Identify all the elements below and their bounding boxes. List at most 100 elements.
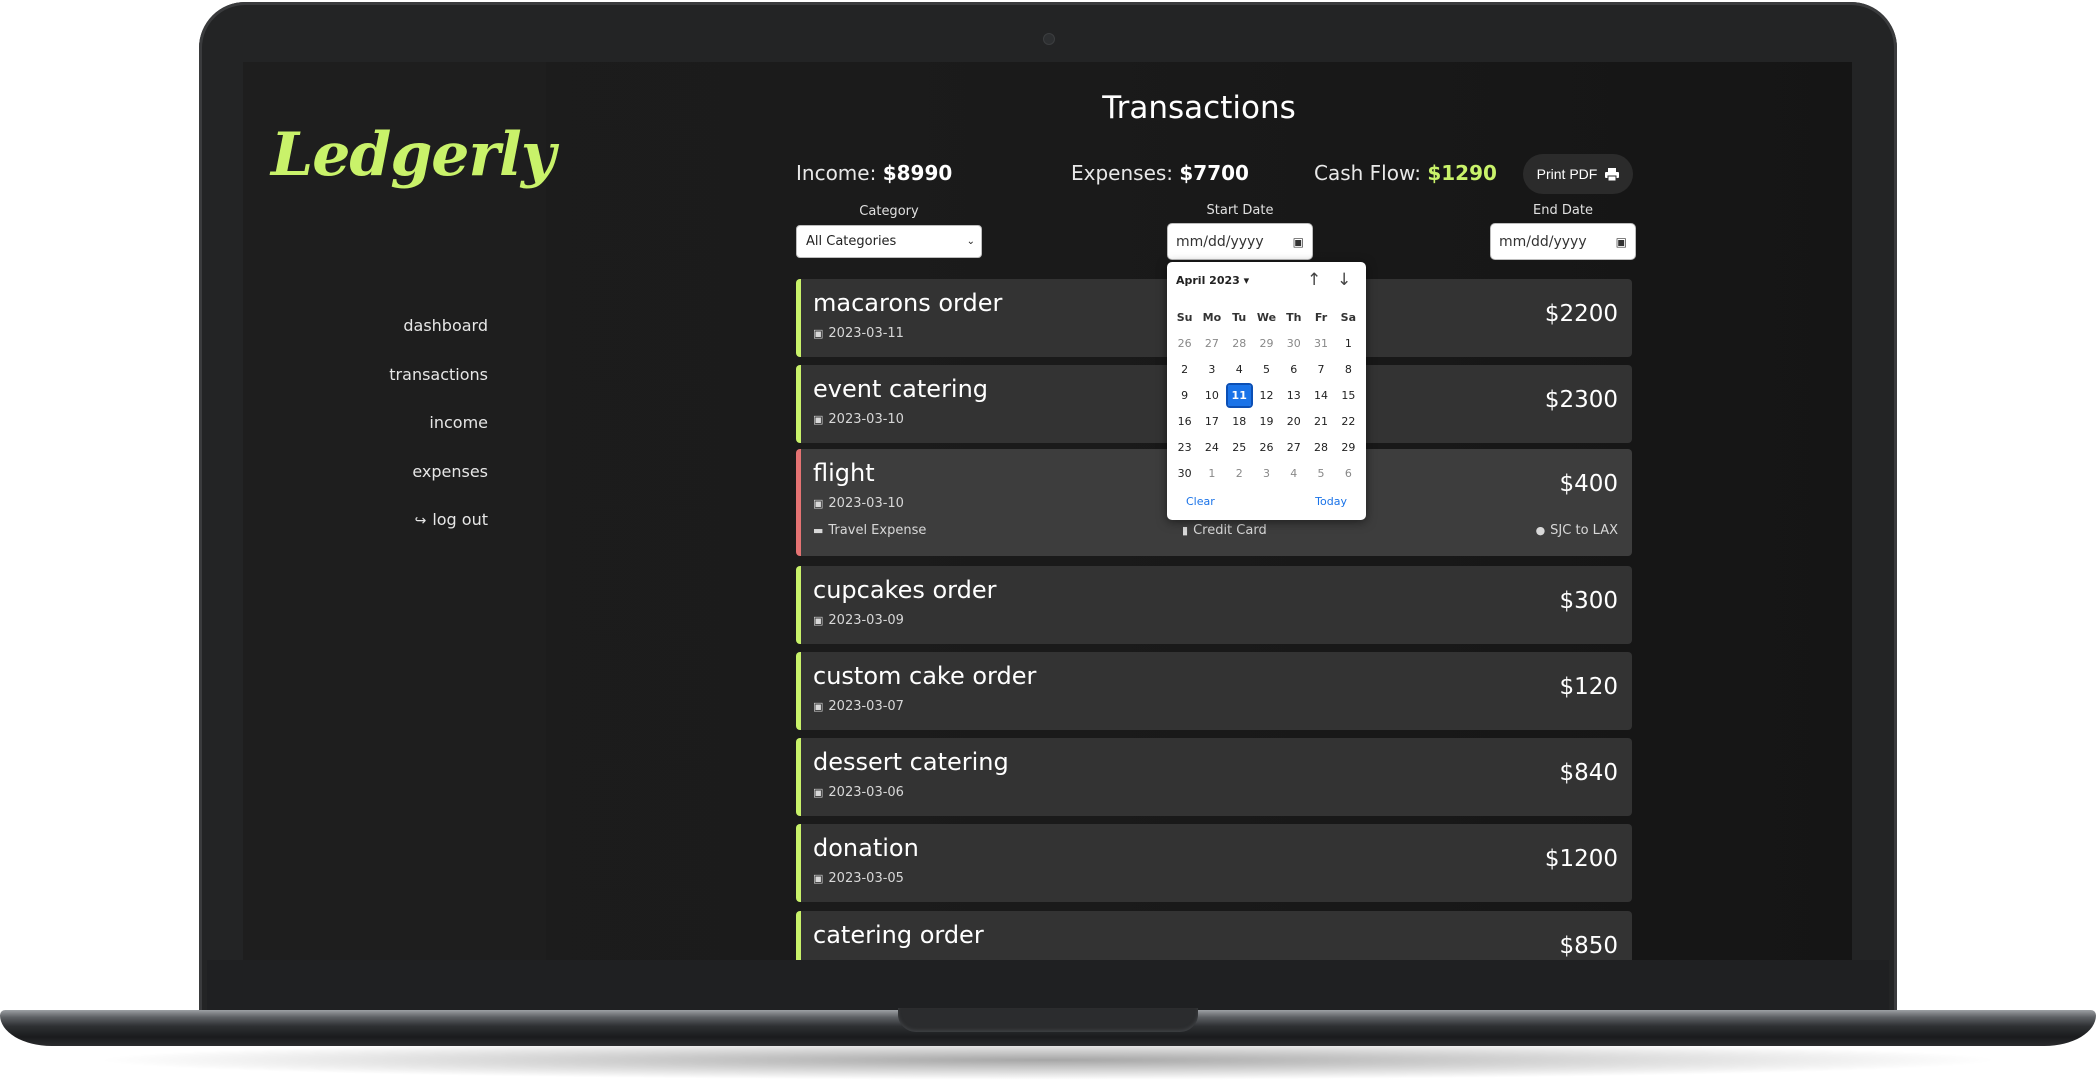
cashflow-label: Cash Flow: (1314, 161, 1421, 185)
transaction-row[interactable]: cupcakes order ▣ 2023-03-09 $300 (796, 566, 1632, 644)
income-value: $8990 (882, 161, 953, 185)
calendar-day[interactable]: 15 (1335, 389, 1362, 402)
transaction-row[interactable]: custom cake order ▣ 2023-03-07 $120 (796, 652, 1632, 730)
sidebar-item-expenses[interactable]: expenses (389, 462, 488, 511)
calendar-week: 2345678 (1171, 356, 1362, 382)
calendar-day[interactable]: 23 (1171, 441, 1198, 454)
calendar-day[interactable]: 2 (1226, 467, 1253, 480)
calendar-day[interactable]: 26 (1253, 441, 1280, 454)
calendar-day[interactable]: 20 (1280, 415, 1307, 428)
weekday-label: Fr (1314, 310, 1328, 324)
sidebar-item-log-out[interactable]: ↪ log out (389, 510, 488, 559)
calendar-day[interactable]: 12 (1253, 389, 1280, 402)
month-selector[interactable]: April 2023 ▾ (1176, 274, 1249, 287)
calendar-day[interactable]: 9 (1171, 389, 1198, 402)
calendar-day[interactable]: 19 (1253, 415, 1280, 428)
comment-icon: ● (1535, 524, 1546, 537)
calendar-day[interactable]: 16 (1171, 415, 1198, 428)
calendar-grid: Su Mo Tu We Th Fr Sa 26 27 28 29 30 31 1 2 3 4 5 6 7 8 9 10 11 1… (1171, 304, 1362, 486)
weekday-header: Su Mo Tu We Th Fr Sa (1171, 304, 1362, 330)
calendar-day[interactable]: 6 (1280, 363, 1307, 376)
transaction-row[interactable]: dessert catering ▣ 2023-03-06 $840 (796, 738, 1632, 816)
calendar-day[interactable]: 5 (1307, 467, 1334, 480)
arrow-up-icon[interactable]: ↑ (1307, 270, 1321, 290)
calendar-day[interactable]: 10 (1198, 389, 1225, 402)
end-date-input[interactable]: mm/dd/yyyy ▣ (1490, 223, 1636, 260)
transaction-amount: $1200 (1544, 846, 1618, 872)
sign-out-icon: ↪ (414, 513, 427, 529)
calendar-day[interactable]: 13 (1280, 389, 1307, 402)
today-button[interactable]: Today (1315, 495, 1347, 508)
calendar-icon: ▣ (813, 614, 824, 627)
calendar-day[interactable]: 8 (1335, 363, 1362, 376)
cashflow-value: $1290 (1427, 161, 1497, 185)
calendar-day[interactable]: 27 (1198, 337, 1225, 350)
transaction-note: ● SJC to LAX (1535, 523, 1618, 538)
weekday-label: Th (1286, 310, 1302, 324)
calendar-day[interactable]: 29 (1253, 337, 1280, 350)
calendar-week: 16 17 18 19 20 21 22 (1171, 408, 1362, 434)
calendar-day[interactable]: 26 (1171, 337, 1198, 350)
calendar-day[interactable]: 24 (1198, 441, 1225, 454)
sidebar-item-dashboard[interactable]: dashboard (389, 316, 488, 365)
income-summary: Income: $8990 (796, 161, 952, 185)
laptop-notch (898, 1008, 1198, 1032)
print-pdf-label: Print PDF (1536, 166, 1598, 182)
credit-card-icon: ▮ (1182, 524, 1189, 537)
expenses-value: $7700 (1179, 161, 1249, 185)
calendar-day[interactable]: 4 (1280, 467, 1307, 480)
calendar-icon: ▣ (813, 327, 824, 340)
calendar-day[interactable]: 18 (1226, 415, 1253, 428)
clear-button[interactable]: Clear (1186, 495, 1215, 508)
calendar-day[interactable]: 30 (1171, 467, 1198, 480)
calendar-day[interactable]: 14 (1307, 389, 1334, 402)
calendar-day[interactable]: 1 (1335, 337, 1362, 350)
weekday-label: We (1256, 310, 1277, 324)
transaction-title: macarons order (813, 289, 1003, 317)
laptop-bezel (207, 960, 1889, 1012)
sidebar-item-transactions[interactable]: transactions (389, 365, 488, 414)
transaction-row[interactable]: catering order ▣ $850 (796, 911, 1632, 960)
calendar-icon[interactable]: ▣ (1293, 235, 1304, 249)
calendar-day[interactable]: 28 (1307, 441, 1334, 454)
category-select[interactable]: All Categories ⌄ (796, 225, 982, 258)
app-screen: Ledgerly dashboard transactions income e… (243, 62, 1852, 960)
calendar-day[interactable]: 29 (1335, 441, 1362, 454)
calendar-day[interactable]: 25 (1226, 441, 1253, 454)
calendar-day[interactable]: 28 (1226, 337, 1253, 350)
calendar-day[interactable]: 3 (1198, 363, 1225, 376)
calendar-day[interactable]: 31 (1307, 337, 1334, 350)
calendar-day[interactable]: 6 (1335, 467, 1362, 480)
sidebar-item-income[interactable]: income (389, 413, 488, 462)
calendar-day[interactable]: 27 (1280, 441, 1307, 454)
start-date-input[interactable]: mm/dd/yyyy ▣ (1167, 223, 1313, 260)
arrow-down-icon[interactable]: ↓ (1337, 270, 1351, 290)
calendar-day[interactable]: 21 (1307, 415, 1334, 428)
weekday-label: Sa (1340, 310, 1356, 324)
calendar-day[interactable]: 22 (1335, 415, 1362, 428)
transaction-title: event catering (813, 375, 989, 403)
calendar-day[interactable]: 30 (1280, 337, 1307, 350)
calendar-week: 9 10 11 12 13 14 15 (1171, 382, 1362, 408)
calendar-day[interactable]: 2 (1171, 363, 1198, 376)
transaction-amount: $850 (1559, 933, 1618, 959)
calendar-week: 26 27 28 29 30 31 1 (1171, 330, 1362, 356)
calendar-day-selected[interactable]: 11 (1225, 382, 1253, 408)
calendar-day[interactable]: 4 (1226, 363, 1253, 376)
transaction-date: ▣ (813, 958, 828, 960)
calendar-icon: ▣ (813, 497, 824, 510)
calendar-day[interactable]: 3 (1253, 467, 1280, 480)
calendar-day[interactable]: 7 (1307, 363, 1334, 376)
camera-icon (1043, 33, 1055, 45)
calendar-day[interactable]: 5 (1253, 363, 1280, 376)
start-date-placeholder: mm/dd/yyyy (1176, 233, 1264, 250)
calendar-day[interactable]: 17 (1198, 415, 1225, 428)
transaction-row[interactable]: donation ▣ 2023-03-05 $1200 (796, 824, 1632, 902)
calendar-day[interactable]: 1 (1198, 467, 1225, 480)
printer-icon (1605, 167, 1620, 181)
print-pdf-button[interactable]: Print PDF (1523, 154, 1633, 194)
transaction-date: ▣ 2023-03-10 (813, 496, 904, 511)
calendar-icon: ▣ (813, 700, 824, 713)
calendar-icon[interactable]: ▣ (1616, 235, 1627, 249)
expenses-summary: Expenses: $7700 (1071, 161, 1249, 185)
